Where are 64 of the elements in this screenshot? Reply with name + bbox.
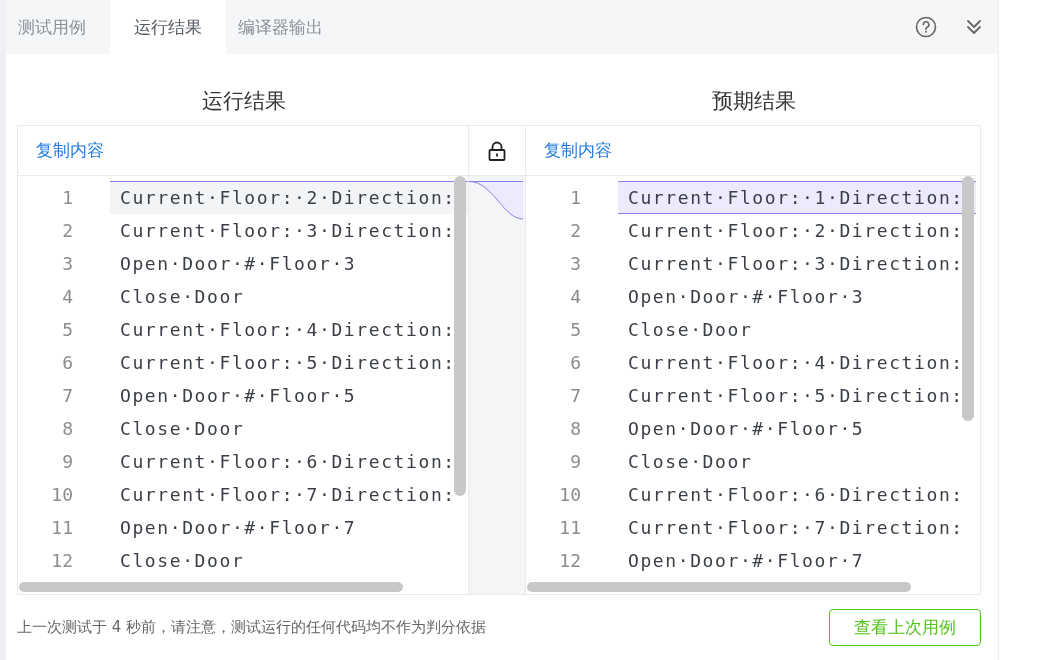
code-line: Open·Door·#·Floor·3 [628, 286, 865, 307]
pane-title: 预期结果 [711, 88, 797, 115]
code-line: Current·Floor:·2·Direction: [628, 220, 964, 241]
code-line: Close·Door [120, 286, 245, 307]
vertical-scrollbar[interactable] [454, 176, 466, 496]
line-number: 1 [61, 187, 73, 208]
code-line: Open·Door·#·Floor·5 [120, 385, 357, 406]
line-number: 3 [569, 253, 581, 274]
line-number: 5 [569, 319, 581, 340]
line-number: 9 [569, 451, 581, 472]
code-line: Current·Floor:·4·Direction: [628, 352, 964, 373]
code-line: Current·Floor:·6·Direction: [628, 484, 964, 505]
code-line: Close·Door [120, 550, 245, 571]
line-number: 10 [50, 484, 73, 505]
help-icon[interactable] [915, 16, 937, 38]
tab[interactable]: 编译器输出 [226, 0, 347, 54]
line-number: 9 [61, 451, 73, 472]
line-number: 5 [61, 319, 73, 340]
tab[interactable]: 运行结果 [110, 0, 226, 54]
code-line: Close·Door [120, 418, 245, 439]
code-line: Close·Door [628, 319, 753, 340]
pane-title: 运行结果 [201, 88, 287, 115]
line-number: 11 [50, 517, 73, 538]
code-line: Open·Door·#·Floor·7 [120, 517, 357, 538]
line-number: 8 [61, 418, 73, 439]
code-line: Close·Door [628, 451, 753, 472]
line-number: 7 [61, 385, 73, 406]
code-line: Open·Door·#·Floor·3 [120, 253, 357, 274]
code-line: Current·Floor:·1·Direction: [628, 187, 964, 208]
copy-link[interactable]: 复制内容 [36, 139, 104, 162]
code-line: Current·Floor:·3·Direction: [120, 220, 456, 241]
code-line: Current·Floor:·7·Direction: [628, 517, 964, 538]
horizontal-scrollbar[interactable] [527, 582, 911, 592]
copy-link[interactable]: 复制内容 [544, 139, 612, 162]
horizontal-scrollbar[interactable] [19, 582, 403, 592]
line-number: 4 [569, 286, 581, 307]
line-number: 10 [558, 484, 581, 505]
line-number: 12 [50, 550, 73, 571]
line-number: 3 [61, 253, 73, 274]
code-line: Current·Floor:·7·Direction: [120, 484, 456, 505]
line-number: 2 [61, 220, 73, 241]
code-line: Current·Floor:·5·Direction: [628, 385, 964, 406]
code-line: Current·Floor:·3·Direction: [628, 253, 964, 274]
collapse-icon[interactable] [965, 18, 983, 36]
line-number: 2 [569, 220, 581, 241]
code-line: Current·Floor:·2·Direction: [120, 187, 456, 208]
code-line: Open·Door·#·Floor·5 [628, 418, 865, 439]
line-number: 7 [569, 385, 581, 406]
footer-note: 上一次测试于 4 秒前，请注意，测试运行的任何代码均不作为判分依据 [17, 618, 487, 637]
view-last-case-button[interactable]: 查看上次用例 [829, 609, 981, 646]
lock-icon[interactable] [486, 139, 508, 162]
line-number: 6 [61, 352, 73, 373]
line-number: 4 [61, 286, 73, 307]
code-line: Open·Door·#·Floor·7 [628, 550, 865, 571]
line-number: 8 [569, 418, 581, 439]
line-number: 11 [558, 517, 581, 538]
code-line: Current·Floor:·5·Direction: [120, 352, 456, 373]
code-line: Current·Floor:·4·Direction: [120, 319, 456, 340]
code-line: Current·Floor:·6·Direction: [120, 451, 456, 472]
line-number: 12 [558, 550, 581, 571]
line-number: 1 [569, 187, 581, 208]
tab[interactable]: 测试用例 [6, 0, 110, 54]
line-number: 6 [569, 352, 581, 373]
vertical-scrollbar[interactable] [962, 176, 974, 421]
